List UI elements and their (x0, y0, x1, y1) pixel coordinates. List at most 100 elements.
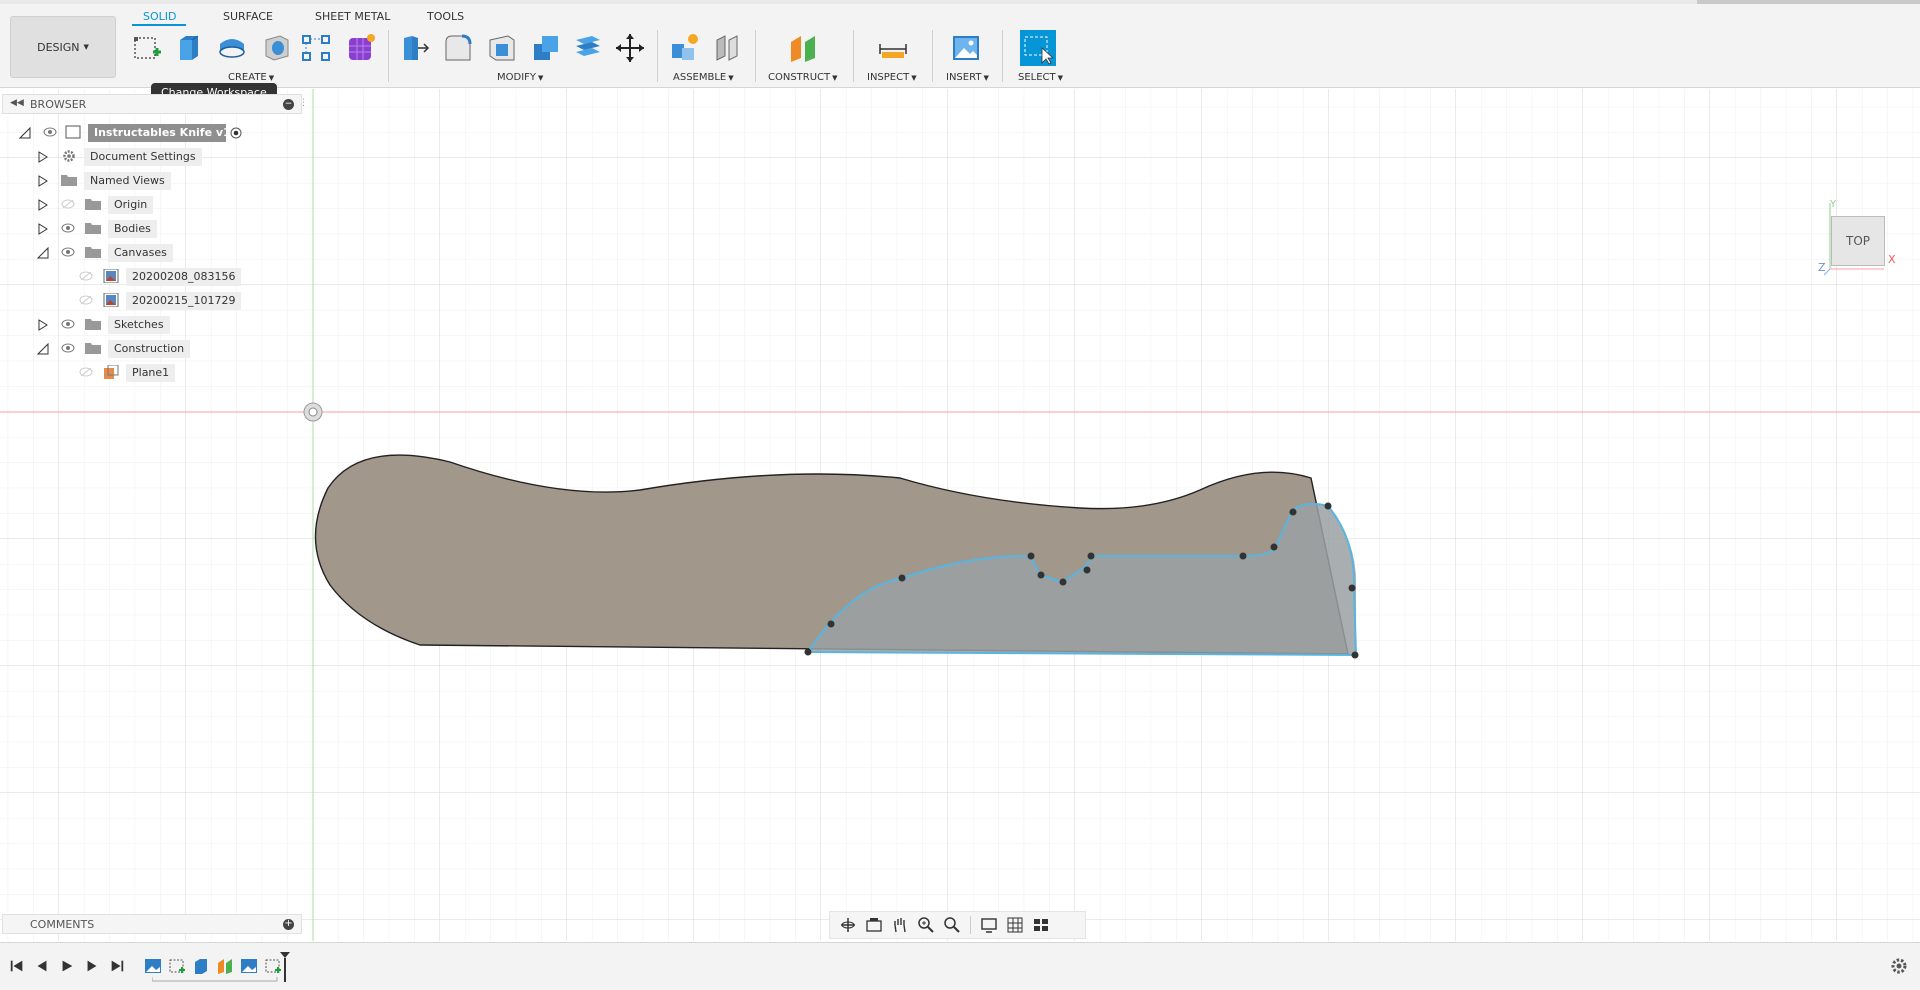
split-body-button[interactable] (570, 30, 606, 66)
insert-menu[interactable]: INSERT ▼ (946, 72, 989, 83)
combine-button[interactable] (528, 30, 564, 66)
move-copy-button[interactable] (612, 30, 648, 66)
select-menu[interactable]: SELECT ▼ (1018, 72, 1063, 83)
model-canvas[interactable] (0, 89, 1920, 941)
construct-menu[interactable]: CONSTRUCT ▼ (768, 72, 838, 83)
eye-hidden-icon[interactable] (61, 199, 75, 209)
add-comment-icon[interactable]: + (283, 919, 294, 930)
window-scroll-thumb[interactable] (1697, 0, 1920, 4)
fillet-button[interactable] (440, 30, 476, 66)
eye-hidden-icon[interactable] (79, 295, 93, 305)
zoom-button[interactable] (914, 914, 938, 936)
tree-item-canvas-1[interactable]: 20200208_083156 (0, 266, 260, 286)
browser-header[interactable]: ◀◀ BROWSER − ⋮ (2, 94, 308, 114)
tree-item-document-settings[interactable]: Document Settings (0, 146, 260, 166)
tab-surface[interactable]: SURFACE (223, 10, 273, 23)
inspect-menu[interactable]: INSPECT ▼ (867, 72, 917, 83)
eye-icon[interactable] (61, 319, 75, 329)
tree-item-canvas-2[interactable]: 20200215_101729 (0, 290, 260, 310)
collapse-panel-icon[interactable]: ◀◀ (10, 98, 24, 108)
extrude-button[interactable] (170, 30, 206, 66)
tree-item-bodies[interactable]: Bodies (0, 218, 260, 238)
modify-menu[interactable]: MODIFY ▼ (497, 72, 543, 83)
tree-item-label[interactable]: Construction (108, 340, 191, 358)
shell-button[interactable] (484, 30, 520, 66)
collapsed-triangle-icon[interactable] (37, 199, 49, 211)
view-cube[interactable]: TOP X Y Z (1818, 189, 1920, 289)
press-pull-button[interactable] (396, 30, 432, 66)
fit-button[interactable] (940, 914, 964, 936)
pattern-button[interactable] (298, 30, 334, 66)
extrude-feature-icon[interactable] (192, 957, 210, 975)
create-form-button[interactable] (343, 30, 379, 66)
timeline-marker[interactable] (280, 952, 290, 982)
eye-icon[interactable] (61, 343, 75, 353)
new-component-button[interactable] (666, 30, 702, 66)
tree-item-sketches[interactable]: Sketches (0, 314, 260, 334)
tree-item-label[interactable]: Bodies (108, 220, 157, 238)
tab-tools[interactable]: TOOLS (427, 10, 464, 23)
timeline-prev-button[interactable] (33, 957, 51, 975)
offset-plane-button[interactable] (785, 30, 821, 66)
gear-icon[interactable] (1890, 957, 1908, 975)
tree-item-plane1[interactable]: Plane1 (0, 362, 260, 382)
canvas-feature-icon[interactable] (144, 957, 162, 975)
collapsed-triangle-icon[interactable] (37, 175, 49, 187)
collapsed-triangle-icon[interactable] (37, 319, 49, 331)
tree-item-label[interactable]: Document Settings (84, 148, 202, 166)
insert-canvas-button[interactable] (948, 30, 984, 66)
expanded-triangle-icon[interactable] (19, 127, 31, 139)
comments-panel[interactable]: COMMENTS + (2, 914, 302, 934)
timeline-first-button[interactable] (8, 957, 26, 975)
eye-icon[interactable] (61, 223, 75, 233)
tree-item-origin[interactable]: Origin (0, 194, 260, 214)
tree-item-label[interactable]: 20200215_101729 (126, 292, 242, 310)
tree-item-named-views[interactable]: Named Views (0, 170, 260, 190)
activate-radio-icon[interactable] (230, 127, 242, 139)
tree-root[interactable]: Instructables Knife v1 (0, 122, 260, 142)
viewports-button[interactable] (1029, 914, 1053, 936)
collapsed-triangle-icon[interactable] (37, 151, 49, 163)
assemble-menu[interactable]: ASSEMBLE ▼ (673, 72, 734, 83)
plane-feature-icon[interactable] (216, 957, 234, 975)
panel-grip-icon[interactable]: ⋮ (299, 98, 308, 108)
hole-button[interactable] (258, 30, 294, 66)
tree-item-canvases[interactable]: Canvases (0, 242, 260, 262)
display-settings-button[interactable] (977, 914, 1001, 936)
joint-button[interactable] (709, 30, 745, 66)
origin-marker[interactable] (303, 402, 323, 422)
expanded-triangle-icon[interactable] (37, 343, 49, 355)
create-menu[interactable]: CREATE ▼ (228, 72, 274, 83)
measure-button[interactable] (875, 30, 911, 66)
tree-item-label[interactable]: 20200208_083156 (126, 268, 242, 286)
workspace-switcher-button[interactable]: DESIGN ▼ (10, 16, 116, 78)
tab-sheet-metal[interactable]: SHEET METAL (315, 10, 390, 23)
timeline-play-button[interactable] (58, 957, 76, 975)
tree-item-label[interactable]: Named Views (84, 172, 171, 190)
eye-icon[interactable] (43, 127, 57, 137)
eye-icon[interactable] (61, 247, 75, 257)
expanded-triangle-icon[interactable] (37, 247, 49, 259)
collapsed-triangle-icon[interactable] (37, 223, 49, 235)
timeline-last-button[interactable] (108, 957, 126, 975)
minus-icon[interactable]: − (283, 99, 294, 110)
tree-item-construction[interactable]: Construction (0, 338, 260, 358)
canvas-viewport[interactable]: TOP X Y Z (0, 89, 1920, 941)
sketch-feature-icon[interactable] (168, 957, 186, 975)
eye-hidden-icon[interactable] (79, 367, 93, 377)
orbit-button[interactable] (836, 914, 860, 936)
timeline-next-button[interactable] (83, 957, 101, 975)
pan-button[interactable] (888, 914, 912, 936)
create-sketch-button[interactable] (129, 30, 165, 66)
view-cube-top-face[interactable]: TOP (1831, 216, 1885, 266)
tree-item-label[interactable]: Canvases (108, 244, 173, 262)
tree-item-label[interactable]: Sketches (108, 316, 170, 334)
tree-item-label[interactable]: Origin (108, 196, 154, 214)
select-button[interactable] (1020, 30, 1056, 66)
eye-hidden-icon[interactable] (79, 271, 93, 281)
tree-root-label[interactable]: Instructables Knife v1 (88, 124, 231, 142)
revolve-button[interactable] (214, 30, 250, 66)
tab-solid[interactable]: SOLID (143, 10, 176, 23)
grid-settings-button[interactable] (1003, 914, 1027, 936)
tree-item-label[interactable]: Plane1 (126, 364, 176, 382)
